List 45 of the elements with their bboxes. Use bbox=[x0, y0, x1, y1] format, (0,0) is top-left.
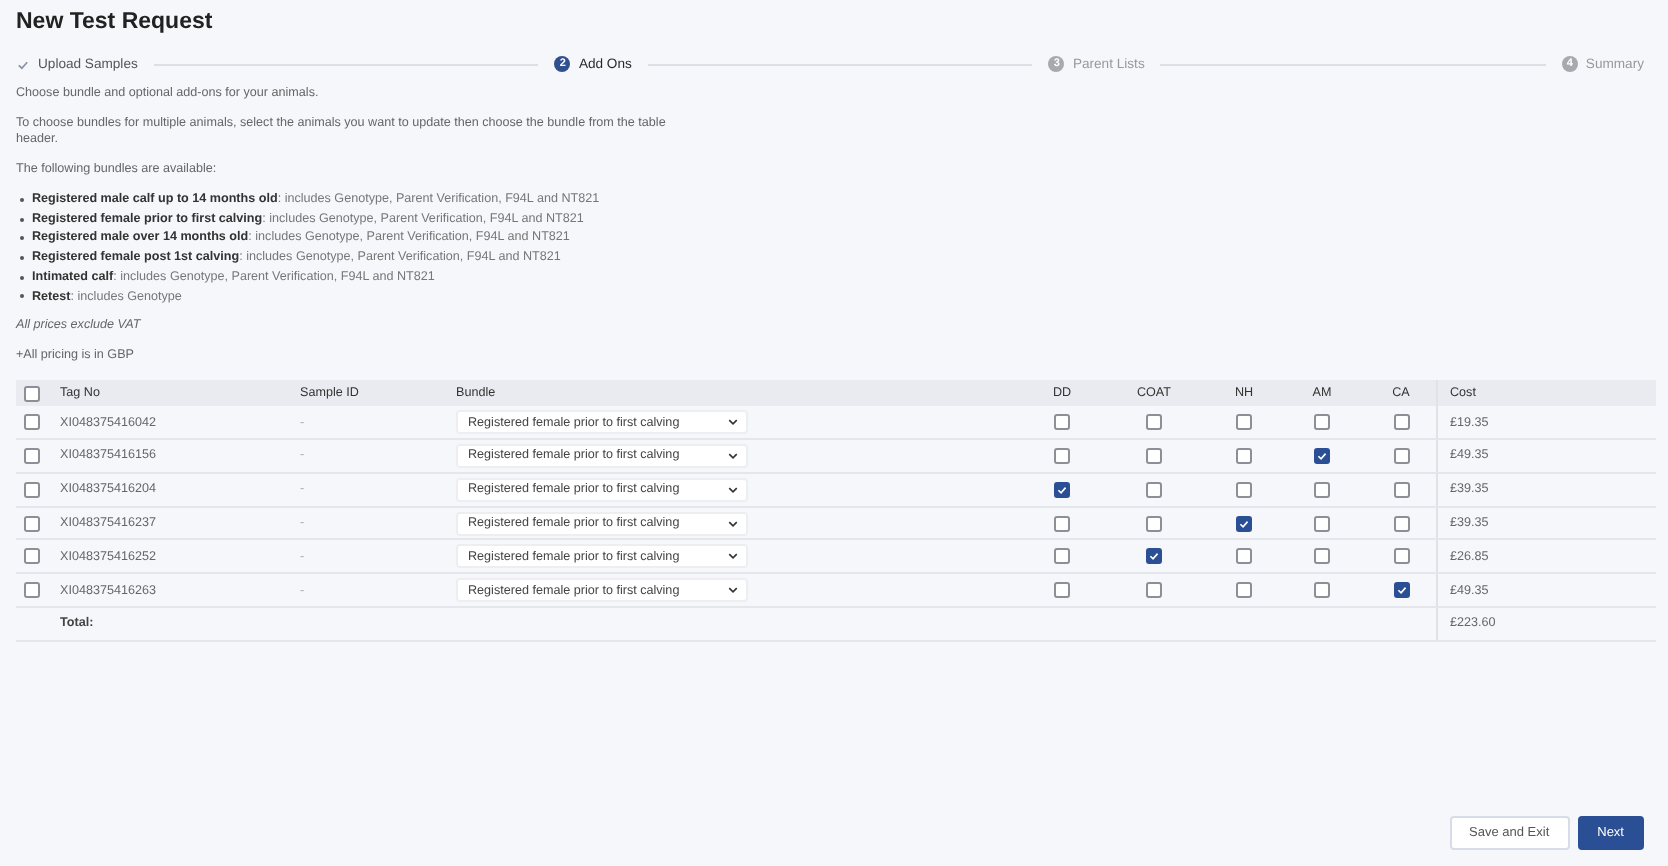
addon-checkbox[interactable] bbox=[1054, 447, 1070, 464]
addon-checkbox[interactable] bbox=[1054, 481, 1070, 498]
addon-checkbox[interactable] bbox=[1146, 548, 1162, 565]
addon-checkbox[interactable] bbox=[1146, 481, 1162, 498]
row-checkbox[interactable] bbox=[24, 548, 40, 565]
addon-checkbox[interactable] bbox=[1146, 447, 1162, 464]
addon-checkbox[interactable] bbox=[1314, 447, 1330, 464]
addon-checkbox[interactable] bbox=[1146, 582, 1162, 599]
addon-checkbox[interactable] bbox=[1054, 582, 1070, 599]
addon-checkbox[interactable] bbox=[1393, 515, 1409, 531]
addon-checkbox[interactable] bbox=[1314, 414, 1330, 431]
addon-checkbox[interactable] bbox=[1236, 447, 1252, 464]
chevron-down-icon bbox=[728, 451, 738, 460]
row-checkbox[interactable] bbox=[24, 582, 40, 599]
chevron-down-icon bbox=[728, 485, 738, 494]
row-checkbox[interactable] bbox=[24, 414, 40, 431]
addon-checkbox[interactable] bbox=[1314, 481, 1330, 498]
addon-checkbox[interactable] bbox=[1146, 414, 1162, 431]
page-title: New Test Request bbox=[16, 10, 215, 36]
addon-checkbox[interactable] bbox=[1146, 515, 1162, 531]
addon-checkbox[interactable] bbox=[1393, 582, 1409, 599]
chevron-down-icon bbox=[728, 519, 738, 527]
addon-checkbox[interactable] bbox=[1236, 414, 1252, 431]
addon-checkbox[interactable] bbox=[1393, 414, 1409, 431]
addon-checkbox[interactable] bbox=[1236, 548, 1252, 565]
addon-checkbox[interactable] bbox=[1236, 481, 1252, 498]
addon-checkbox[interactable] bbox=[1393, 447, 1409, 464]
addon-checkbox[interactable] bbox=[1236, 582, 1252, 599]
addon-checkbox[interactable] bbox=[1054, 515, 1070, 531]
row-checkbox[interactable] bbox=[24, 515, 40, 531]
addon-checkbox[interactable] bbox=[1054, 414, 1070, 431]
chevron-down-icon bbox=[728, 418, 738, 427]
chevron-down-icon bbox=[728, 552, 738, 561]
addon-checkbox[interactable] bbox=[1314, 515, 1330, 531]
addon-checkbox[interactable] bbox=[1393, 481, 1409, 498]
addon-checkbox[interactable] bbox=[1236, 515, 1252, 531]
row-checkbox[interactable] bbox=[24, 481, 40, 498]
chevron-down-icon bbox=[728, 586, 738, 595]
select-all-checkbox[interactable] bbox=[24, 385, 40, 402]
row-checkbox[interactable] bbox=[24, 447, 40, 464]
addon-checkbox[interactable] bbox=[1054, 548, 1070, 565]
addon-checkbox[interactable] bbox=[1314, 582, 1330, 599]
check-icon bbox=[16, 57, 30, 71]
addon-checkbox[interactable] bbox=[1314, 548, 1330, 565]
addon-checkbox[interactable] bbox=[1393, 548, 1409, 565]
